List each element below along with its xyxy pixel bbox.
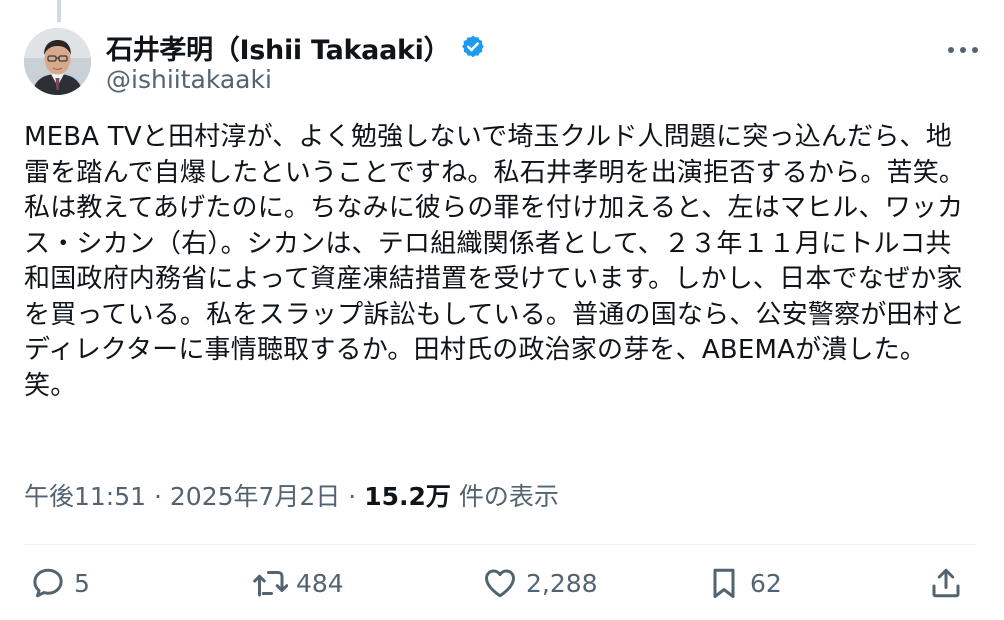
like-button[interactable]: 2,288 bbox=[482, 563, 598, 603]
repost-button[interactable]: 484 bbox=[252, 563, 344, 603]
tweet-date[interactable]: 2025年7月2日 bbox=[170, 482, 340, 511]
tweet-header: 石井孝明（Ishii Takaaki） @ishiitakaaki bbox=[24, 26, 982, 100]
heart-icon bbox=[485, 569, 515, 598]
reply-icon bbox=[33, 568, 63, 598]
share-button[interactable] bbox=[928, 563, 964, 603]
verified-badge-icon[interactable] bbox=[460, 34, 486, 60]
repost-icon bbox=[253, 571, 288, 597]
display-name-row: 石井孝明（Ishii Takaaki） bbox=[106, 28, 486, 67]
reply-button[interactable]: 5 bbox=[30, 563, 90, 603]
avatar[interactable] bbox=[24, 28, 91, 95]
bookmark-count: 62 bbox=[750, 568, 782, 598]
avatar-portrait bbox=[24, 28, 91, 95]
thread-connector-line bbox=[57, 0, 61, 22]
author-handle[interactable]: @ishiitakaaki bbox=[106, 65, 486, 94]
tweet-text: MEBA TVと田村淳が、よく勉強しないで埼玉クルド人問題に突っ込んだら、地雷を… bbox=[24, 122, 966, 401]
meta-separator: · bbox=[348, 482, 357, 511]
like-count: 2,288 bbox=[526, 568, 598, 598]
author-display-name[interactable]: 石井孝明（Ishii Takaaki） bbox=[106, 28, 451, 67]
more-options-icon[interactable] bbox=[946, 40, 980, 60]
views-count: 15.2万 bbox=[364, 482, 451, 511]
author-names: 石井孝明（Ishii Takaaki） @ishiitakaaki bbox=[106, 30, 486, 94]
views-label: 件の表示 bbox=[458, 482, 559, 511]
bookmark-button[interactable]: 62 bbox=[706, 563, 782, 603]
repost-count: 484 bbox=[296, 568, 344, 598]
tweet-metadata: 午後11:51 · 2025年7月2日 · 15.2万 件の表示 bbox=[24, 477, 559, 513]
meta-separator: · bbox=[154, 482, 162, 511]
bookmark-icon bbox=[713, 568, 735, 598]
reply-count: 5 bbox=[74, 568, 90, 598]
tweet-time[interactable]: 午後11:51 bbox=[24, 482, 146, 511]
divider bbox=[24, 544, 976, 545]
share-icon bbox=[932, 568, 960, 598]
